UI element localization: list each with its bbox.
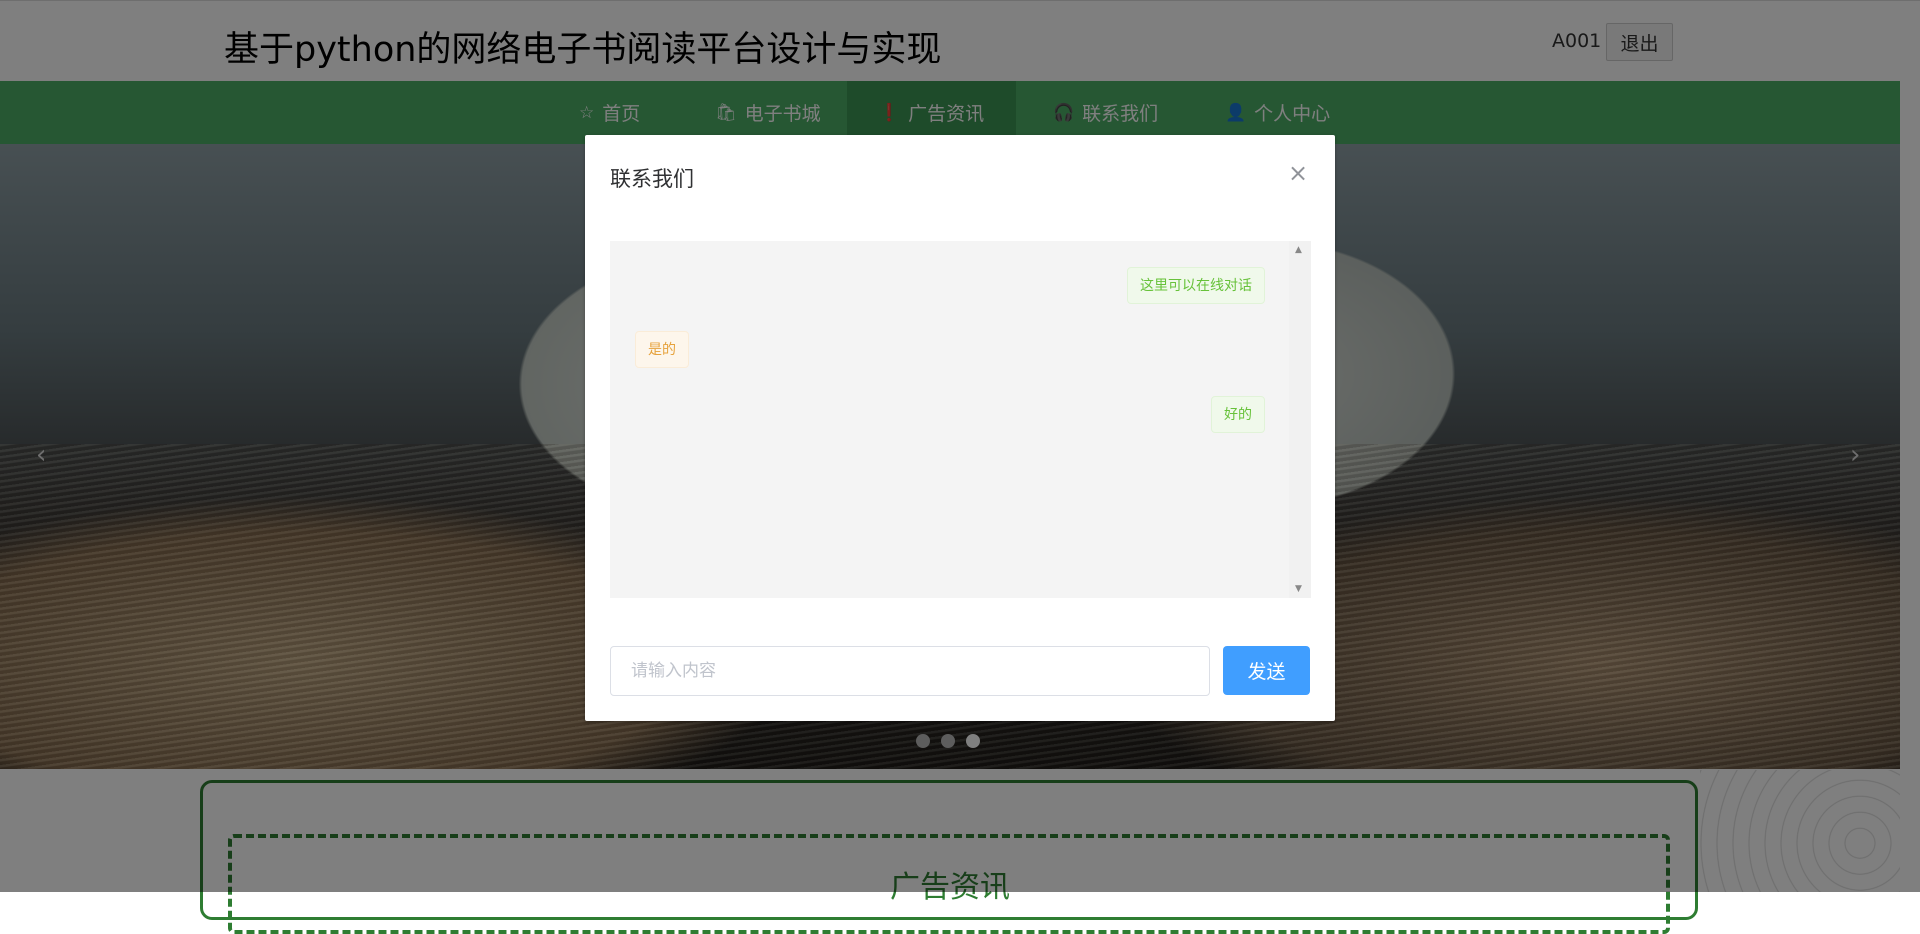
scroll-up-icon[interactable]: ▲ bbox=[1295, 245, 1302, 255]
message-input[interactable] bbox=[610, 646, 1210, 696]
chat-message-right: 好的 bbox=[1211, 396, 1265, 433]
send-button[interactable]: 发送 bbox=[1223, 646, 1310, 695]
chat-message-left: 是的 bbox=[635, 331, 689, 368]
chat-area[interactable]: 这里可以在线对话 是的 好的 ▲ ▼ bbox=[610, 241, 1311, 598]
close-icon[interactable]: × bbox=[1288, 159, 1308, 187]
page: 基于python的网络电子书阅读平台设计与实现 A001 退出 ☆ 首页 🛍 电… bbox=[0, 0, 1920, 934]
contact-dialog: 联系我们 × 这里可以在线对话 是的 好的 ▲ ▼ 发送 bbox=[585, 135, 1335, 721]
scroll-down-icon[interactable]: ▼ bbox=[1295, 584, 1302, 594]
scrollbar[interactable]: ▲ ▼ bbox=[1289, 241, 1311, 598]
chat-message-right: 这里可以在线对话 bbox=[1127, 267, 1265, 304]
dialog-title: 联系我们 bbox=[610, 167, 694, 191]
